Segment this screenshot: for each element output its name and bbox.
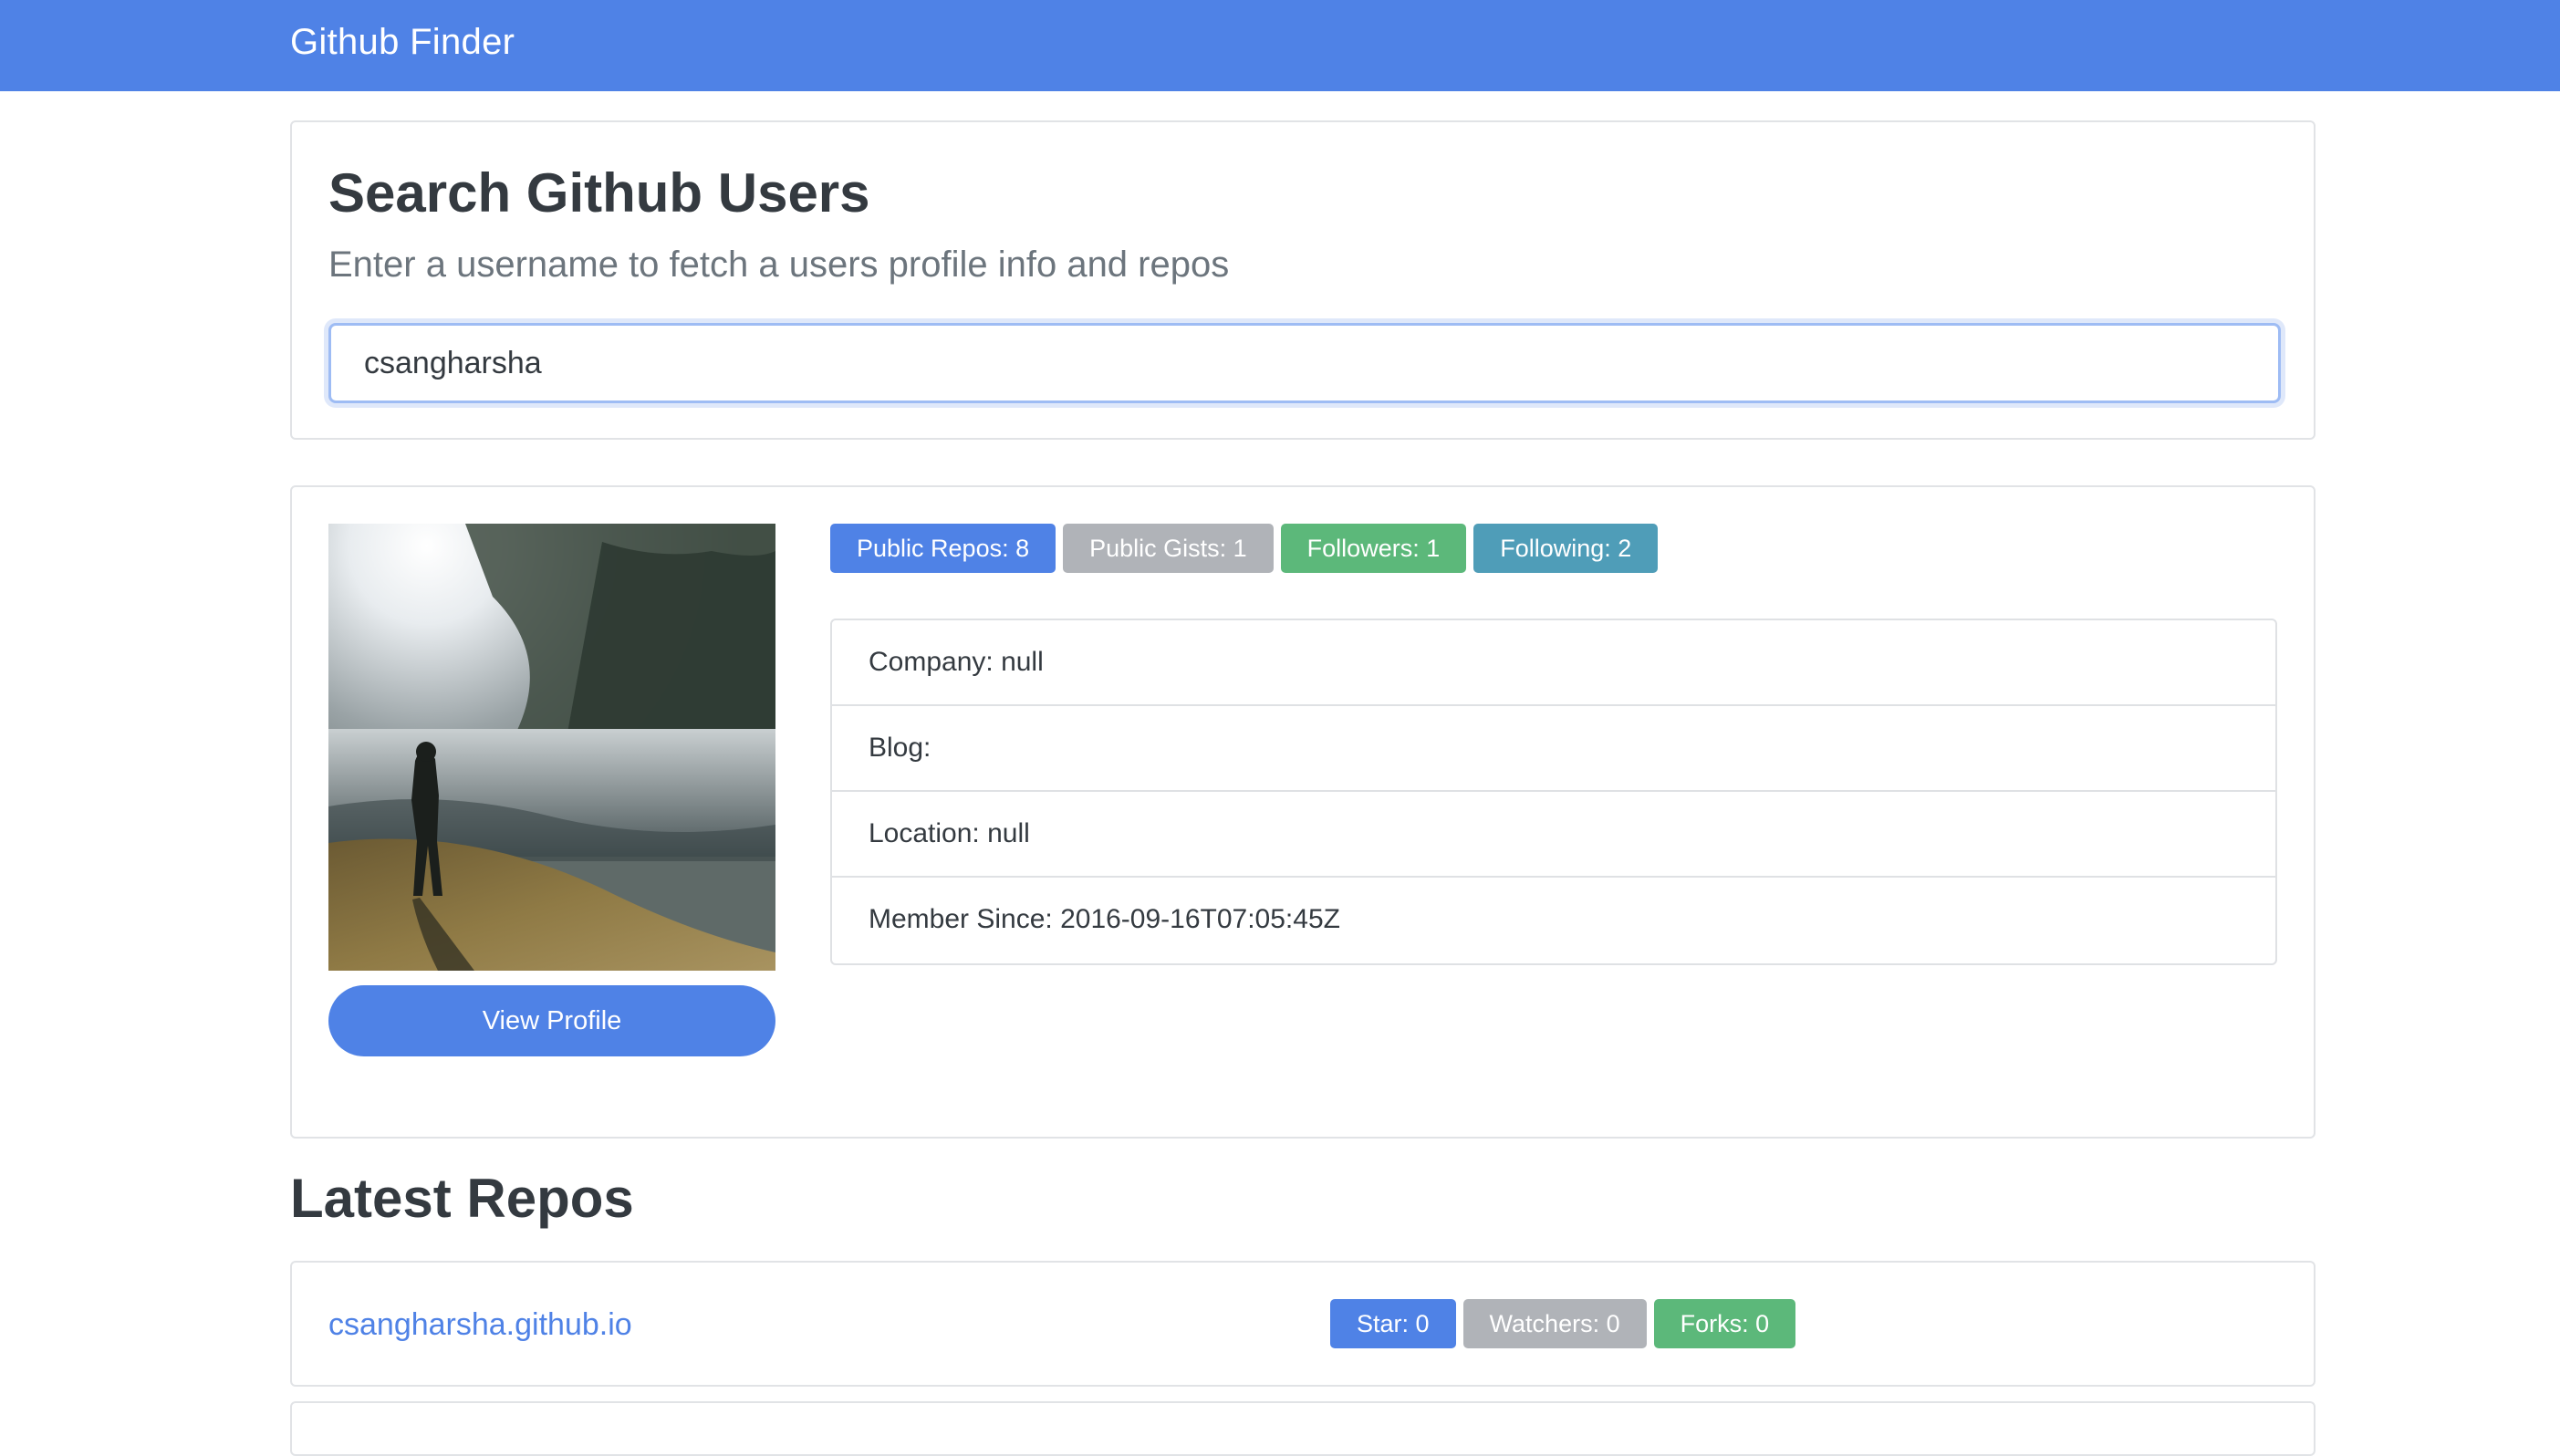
profile-badges: Public Repos: 8 Public Gists: 1 Follower…: [830, 524, 1659, 573]
search-title: Search Github Users: [328, 162, 870, 224]
repo-card: csangharsha.github.io Star: 0 Watchers: …: [290, 1261, 2315, 1387]
blog-item: Blog:: [832, 706, 2275, 792]
search-input[interactable]: [328, 323, 2281, 403]
search-subtitle: Enter a username to fetch a users profil…: [328, 244, 1230, 285]
profile-card: View Profile Public Repos: 8 Public Gist…: [290, 485, 2315, 1139]
watchers-badge: Watchers: 0: [1462, 1299, 1647, 1348]
followers-badge: Followers: 1: [1280, 524, 1467, 573]
navbar: Github Finder: [0, 0, 2560, 91]
public-repos-badge: Public Repos: 8: [830, 524, 1056, 573]
profile-info-list: Company: null Blog: Location: null Membe…: [830, 619, 2277, 965]
repo-link[interactable]: csangharsha.github.io: [328, 1303, 632, 1347]
brand-title[interactable]: Github Finder: [290, 20, 515, 64]
company-item: Company: null: [832, 620, 2275, 706]
following-badge: Following: 2: [1473, 524, 1659, 573]
public-gists-badge: Public Gists: 1: [1063, 524, 1274, 573]
star-badge: Star: 0: [1330, 1299, 1456, 1348]
search-card: Search Github Users Enter a username to …: [290, 120, 2315, 440]
repo-card-next: [290, 1401, 2315, 1456]
forks-badge: Forks: 0: [1653, 1299, 1796, 1348]
user-avatar-photo-icon: [328, 524, 775, 971]
view-profile-button[interactable]: View Profile: [328, 985, 775, 1056]
latest-repos-title: Latest Repos: [290, 1168, 634, 1229]
repo-badges: Star: 0 Watchers: 0 Forks: 0: [1330, 1299, 1796, 1348]
avatar: [328, 524, 775, 971]
location-item: Location: null: [832, 792, 2275, 878]
member-since-item: Member Since: 2016-09-16T07:05:45Z: [869, 904, 1340, 934]
